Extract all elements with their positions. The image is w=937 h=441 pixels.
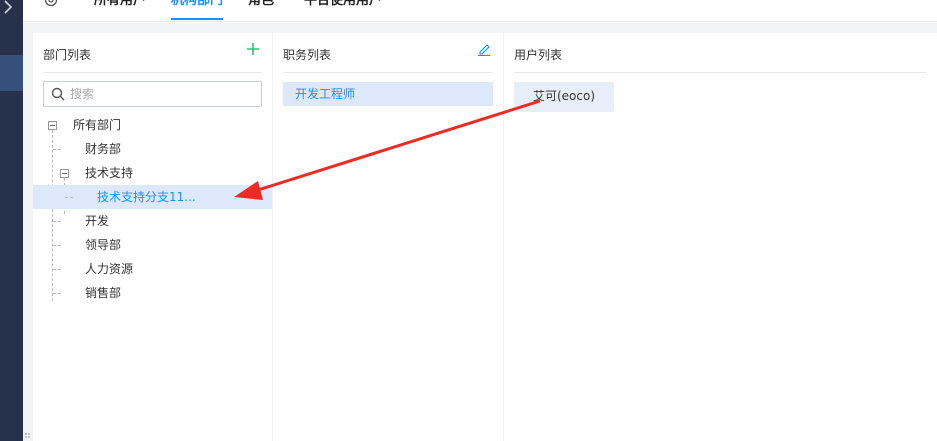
tree-connector xyxy=(53,293,61,294)
department-panel: 部门列表 所有部门 xyxy=(33,33,272,441)
position-item[interactable]: 开发工程师 xyxy=(283,82,493,106)
collapse-icon[interactable] xyxy=(60,169,69,178)
tree-node[interactable]: 财务部 xyxy=(33,137,272,161)
tree-node-selected[interactable]: 技术支持分支11... xyxy=(33,185,272,209)
search-icon xyxy=(51,87,65,101)
tree-node-label: 技术支持分支11... xyxy=(97,190,196,204)
tree-connector xyxy=(53,221,61,222)
tree-connector xyxy=(65,197,73,198)
search-input[interactable] xyxy=(70,86,250,102)
menu-toggle-icon[interactable] xyxy=(2,0,20,14)
app-root: 所有用户 机构部门 角色 平台使用用户 部门列表 搜索 所有部门 财务部 技术支… xyxy=(0,0,937,441)
tree-node-label: 开发 xyxy=(85,214,110,228)
tab-platform-users[interactable]: 平台使用用户 xyxy=(304,0,382,20)
user-panel-title: 用户列表 xyxy=(514,48,563,62)
tree-node[interactable]: 销售部 xyxy=(33,281,272,305)
tree-node[interactable]: 开发 xyxy=(33,209,272,233)
tree-node-label: 财务部 xyxy=(85,142,122,156)
tree-node[interactable]: 技术支持 xyxy=(33,161,272,185)
tree-connector xyxy=(53,269,61,270)
department-search[interactable] xyxy=(43,81,262,107)
tree-node-root[interactable]: 所有部门 xyxy=(33,113,272,137)
position-panel-title: 职务列表 xyxy=(283,48,332,62)
sidebar-active-item[interactable] xyxy=(0,55,23,91)
tree-connector xyxy=(53,245,61,246)
tab-departments[interactable]: 机构部门 xyxy=(171,0,224,20)
user-panel: 用户列表 艾可(eoco) xyxy=(504,33,937,441)
tree-node-label: 领导部 xyxy=(85,238,122,252)
main-content: 部门列表 所有部门 xyxy=(23,23,937,441)
tree-connector xyxy=(53,149,61,150)
top-tabs: 所有用户 机构部门 角色 平台使用用户 xyxy=(23,0,937,22)
gear-icon[interactable] xyxy=(43,0,59,8)
tree-node-label: 技术支持 xyxy=(85,166,134,180)
tree-node-label: 销售部 xyxy=(85,286,122,300)
department-tree: 所有部门 财务部 技术支持 技术支持分支11... 开发 领导部 人力资源 销售… xyxy=(33,113,272,305)
add-icon[interactable] xyxy=(246,42,260,56)
tree-node[interactable]: 领导部 xyxy=(33,233,272,257)
collapse-icon[interactable] xyxy=(48,121,57,130)
resize-handle-icon xyxy=(25,433,30,438)
department-panel-title: 部门列表 xyxy=(43,48,92,62)
tree-node[interactable]: 人力资源 xyxy=(33,257,272,281)
edit-icon[interactable] xyxy=(477,42,491,56)
tree-node-label: 所有部门 xyxy=(73,118,122,132)
tab-all-users[interactable]: 所有用户 xyxy=(94,0,146,20)
left-sidebar xyxy=(0,0,23,441)
user-item[interactable]: 艾可(eoco) xyxy=(514,82,614,112)
position-panel: 职务列表 开发工程师 xyxy=(273,33,503,441)
department-panel-header: 部门列表 xyxy=(43,33,262,73)
tab-roles[interactable]: 角色 xyxy=(248,0,274,20)
user-panel-header: 用户列表 xyxy=(514,33,927,73)
tree-node-label: 人力资源 xyxy=(85,262,134,276)
position-panel-header: 职务列表 xyxy=(283,33,493,73)
